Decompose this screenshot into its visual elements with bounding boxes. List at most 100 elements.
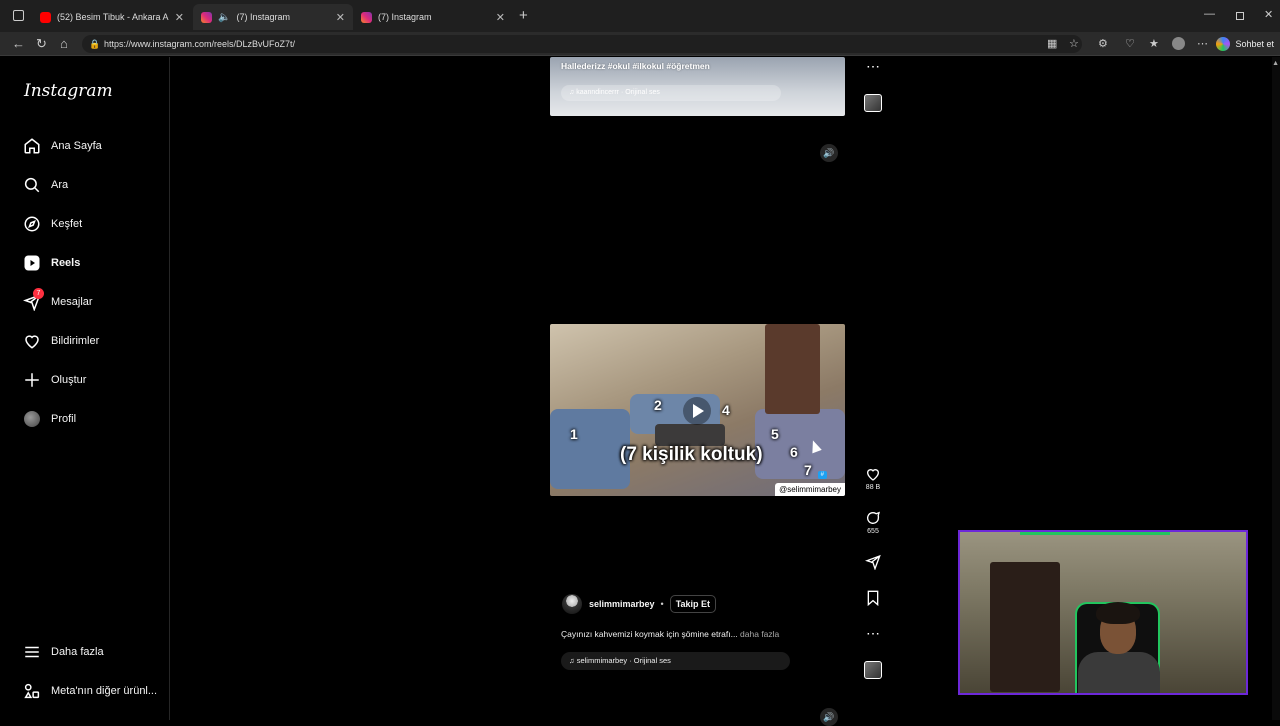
url-field[interactable]: 🔒 https://www.instagram.com/reels/DLzBvU… xyxy=(82,35,1082,53)
bookmark-icon xyxy=(867,590,879,606)
notification-badge: 7 xyxy=(33,288,44,299)
scroll-up-icon[interactable]: ▲ xyxy=(1272,60,1279,67)
avatar xyxy=(22,409,42,429)
copilot-button[interactable]: Sohbet et xyxy=(1216,35,1274,53)
sidebar-item-label: Daha fazla xyxy=(51,646,104,658)
sidebar-item-label: Ara xyxy=(51,179,69,191)
sidebar-item-search[interactable]: Ara xyxy=(22,175,68,195)
sidebar-item-explore[interactable]: Keşfet xyxy=(22,214,82,234)
sidebar-item-home[interactable]: Ana Sayfa xyxy=(22,136,102,156)
menu-icon xyxy=(22,642,42,662)
reel-audio-pill[interactable]: ♫ selimmimarbey · Orijinal ses xyxy=(561,652,790,670)
webcam-person-hair xyxy=(1096,602,1140,624)
comment-count: 655 xyxy=(867,528,879,535)
tab-actions-icon[interactable] xyxy=(13,10,24,21)
mute-button[interactable]: 🔊 xyxy=(820,708,838,726)
browser-tab-bar: (52) Besim Tibuk - Ankara Allahın ✕ 🔈 (7… xyxy=(0,0,1280,32)
minimize-icon[interactable]: — xyxy=(1204,8,1215,20)
tab-youtube[interactable]: (52) Besim Tibuk - Ankara Allahın ✕ xyxy=(32,4,192,30)
reel-audio-label: kaanndincerrr · Orijinal ses xyxy=(576,89,660,96)
search-icon xyxy=(22,175,42,195)
close-icon[interactable]: ✕ xyxy=(175,11,184,24)
follow-button[interactable]: Takip Et xyxy=(669,595,717,613)
reel-audio-pill[interactable]: ♫ kaanndincerrr · Orijinal ses xyxy=(561,85,781,101)
play-button[interactable] xyxy=(683,397,711,425)
new-tab-icon[interactable]: + xyxy=(519,7,528,24)
reload-icon[interactable]: ↻ xyxy=(36,36,47,52)
cabinet-right xyxy=(765,324,820,414)
profile-icon[interactable] xyxy=(1172,37,1185,50)
close-icon[interactable]: ✕ xyxy=(336,11,345,24)
avatar[interactable] xyxy=(562,594,582,614)
sidebar-item-reels[interactable]: Reels xyxy=(22,253,80,273)
close-window-icon[interactable]: ✕ xyxy=(1264,8,1273,21)
sidebar-item-messages[interactable]: 7 Mesajlar xyxy=(22,288,93,312)
sidebar-item-label: Oluştur xyxy=(51,374,87,386)
overlay-number: 4 xyxy=(722,402,730,418)
messages-icon: 7 xyxy=(22,288,44,312)
comment-action[interactable]: 655 xyxy=(862,510,884,535)
overlay-number: 5 xyxy=(771,426,779,442)
lock-icon: 🔒 xyxy=(89,39,101,49)
close-icon[interactable]: ✕ xyxy=(496,11,505,24)
share-icon xyxy=(865,554,881,570)
share-action[interactable] xyxy=(862,554,884,570)
like-action[interactable]: 88 B xyxy=(862,466,884,491)
app-available-icon[interactable]: ▦ xyxy=(1047,37,1057,51)
home-icon xyxy=(22,136,42,156)
reel-caption: Hallederizz #okul #ilkokul #öğretmen xyxy=(561,61,710,71)
tab-instagram[interactable]: (7) Instagram ✕ xyxy=(353,4,513,30)
more-options-icon[interactable]: ⋯ xyxy=(866,58,880,75)
music-note-icon: ♫ xyxy=(569,656,577,665)
restore-icon[interactable] xyxy=(1236,12,1244,20)
table xyxy=(655,424,725,446)
scrollbar[interactable] xyxy=(1272,57,1280,720)
audio-thumbnail[interactable] xyxy=(864,94,882,112)
overlay-number: 6 xyxy=(790,444,798,460)
sidebar-item-more[interactable]: Daha fazla xyxy=(22,642,104,662)
url-text: https://www.instagram.com/reels/DLzBvUFo… xyxy=(104,39,296,49)
instagram-logo[interactable]: Instagram xyxy=(24,81,113,101)
hashtag-sticker: # xyxy=(817,471,827,479)
more-link[interactable]: daha fazla xyxy=(740,629,779,639)
webcam-cabinet xyxy=(990,562,1060,692)
overlay-number: 7 xyxy=(804,462,812,478)
extensions-icon[interactable]: ⚙ xyxy=(1098,37,1108,51)
more-options-icon[interactable]: ⋯ xyxy=(866,625,880,642)
favorites-icon[interactable]: ★ xyxy=(1149,37,1159,51)
tab-instagram-active[interactable]: 🔈 (7) Instagram ✕ xyxy=(193,4,353,30)
save-action[interactable] xyxy=(862,590,884,606)
reel-overlay-caption: (7 kişilik koltuk) xyxy=(620,444,763,465)
copilot-icon xyxy=(1216,37,1231,51)
more-options-icon[interactable]: ⋯ xyxy=(1197,37,1208,51)
copilot-label: Sohbet et xyxy=(1235,39,1274,49)
speaker-icon[interactable]: 🔈 xyxy=(218,12,230,23)
reels-icon xyxy=(22,253,42,273)
mute-button[interactable]: 🔊 xyxy=(820,144,838,162)
webcam-overlay xyxy=(958,530,1248,695)
heart-icon xyxy=(22,331,42,351)
favorite-star-icon[interactable]: ☆ xyxy=(1069,37,1079,51)
back-icon[interactable]: ← xyxy=(12,36,25,52)
tab-title: (7) Instagram xyxy=(236,12,290,22)
reel-watermark: @selimmimarbey xyxy=(775,483,845,496)
heart-icon xyxy=(866,469,880,481)
reel-description: Çayınızı kahvemizi koymak için şömine et… xyxy=(561,629,779,639)
home-browser-icon[interactable]: ⌂ xyxy=(60,36,68,52)
reel-video-current[interactable]: 1 2 4 5 6 7 (7 kişilik koltuk) # @selimm… xyxy=(550,324,845,496)
sidebar-item-meta-apps[interactable]: Meta'nın diğer ürünl... xyxy=(22,681,157,701)
browser-essentials-icon[interactable]: ♡ xyxy=(1125,37,1135,51)
sidebar-item-notifications[interactable]: Bildirimler xyxy=(22,331,99,351)
like-count: 88 B xyxy=(865,484,881,491)
instagram-icon xyxy=(201,11,212,23)
comment-icon xyxy=(867,511,880,524)
sidebar-item-label: Bildirimler xyxy=(51,335,100,347)
audio-thumbnail[interactable] xyxy=(864,661,882,679)
sidebar-item-create[interactable]: Oluştur xyxy=(22,370,86,390)
owner-username[interactable]: selimmimarbey xyxy=(589,599,655,609)
reel-video-previous[interactable]: Hallederizz #okul #ilkokul #öğretmen ♫ k… xyxy=(550,57,845,116)
speaker-icon: 🔊 xyxy=(823,147,835,158)
sidebar-item-profile[interactable]: Profil xyxy=(22,409,76,429)
sidebar-item-label: Keşfet xyxy=(51,218,83,230)
speaker-icon: 🔊 xyxy=(823,711,835,722)
